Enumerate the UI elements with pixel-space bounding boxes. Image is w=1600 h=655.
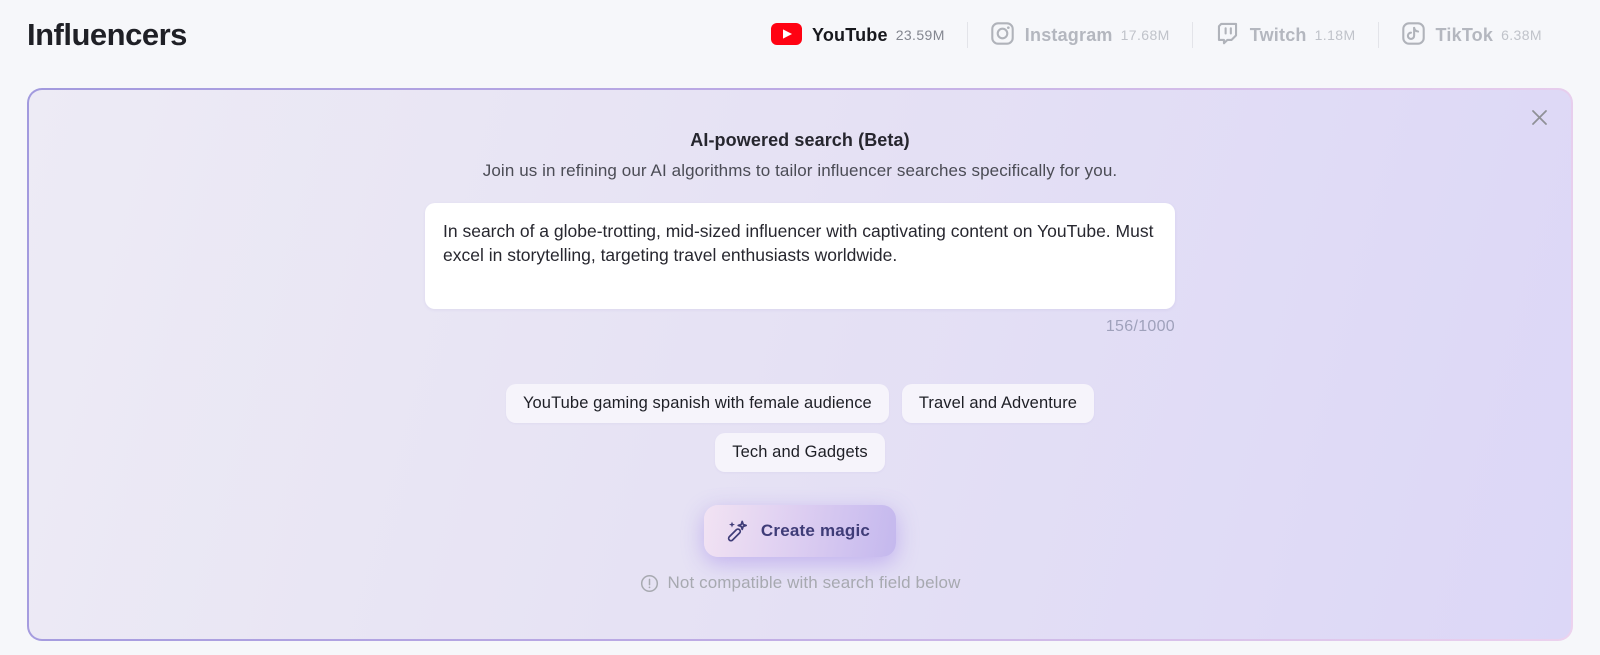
tab-tiktok[interactable]: TikTok 6.38M [1401,21,1542,49]
ai-search-panel-inner: AI-powered search (Beta) Join us in refi… [29,90,1571,639]
magic-wand-icon [724,518,750,544]
compatibility-note-text: Not compatible with search field below [667,573,961,592]
ai-search-panel: AI-powered search (Beta) Join us in refi… [27,88,1573,641]
suggestion-chip[interactable]: YouTube gaming spanish with female audie… [505,384,889,423]
follower-count: 6.38M [1501,27,1542,43]
follower-count: 1.18M [1314,27,1356,43]
suggestion-chips: YouTube gaming spanish with female audie… [480,384,1120,472]
follower-count: 17.68M [1120,27,1170,43]
tab-label: Instagram [1024,24,1113,45]
divider [1377,22,1379,48]
close-icon[interactable] [1526,104,1553,131]
follower-count: 23.59M [895,27,945,43]
tab-label: YouTube [811,24,888,45]
youtube-icon [770,22,802,48]
instagram-icon [990,21,1015,49]
alert-circle-icon [640,574,659,593]
tab-label: Twitch [1249,24,1307,45]
tab-label: TikTok [1435,24,1494,45]
page-title: Influencers [27,17,187,52]
tab-instagram[interactable]: Instagram 17.68M [990,21,1170,49]
ai-panel-subtitle: Join us in refining our AI algorithms to… [482,161,1118,180]
char-counter: 156/1000 [1105,318,1175,335]
page-header: Influencers YouTube 23.59M Instagram 17.… [0,0,1600,70]
platform-tabs: YouTube 23.59M Instagram 17.68M Twitch 1… [770,21,1542,49]
suggestion-chip[interactable]: Tech and Gadgets [715,433,885,472]
create-magic-button[interactable]: Create magic [703,505,897,557]
divider [966,22,968,48]
suggestion-chip[interactable]: Travel and Adventure [901,384,1095,423]
ai-panel-title: AI-powered search (Beta) [690,130,910,150]
tab-youtube[interactable]: YouTube 23.59M [770,22,945,48]
divider [1191,22,1193,48]
tab-twitch[interactable]: Twitch 1.18M [1215,21,1356,49]
tiktok-icon [1401,21,1426,49]
ai-prompt-input[interactable]: In search of a globe-trotting, mid-sized… [425,203,1175,309]
create-magic-label: Create magic [760,521,871,540]
compatibility-note: Not compatible with search field below [640,573,961,593]
twitch-icon [1215,21,1240,49]
